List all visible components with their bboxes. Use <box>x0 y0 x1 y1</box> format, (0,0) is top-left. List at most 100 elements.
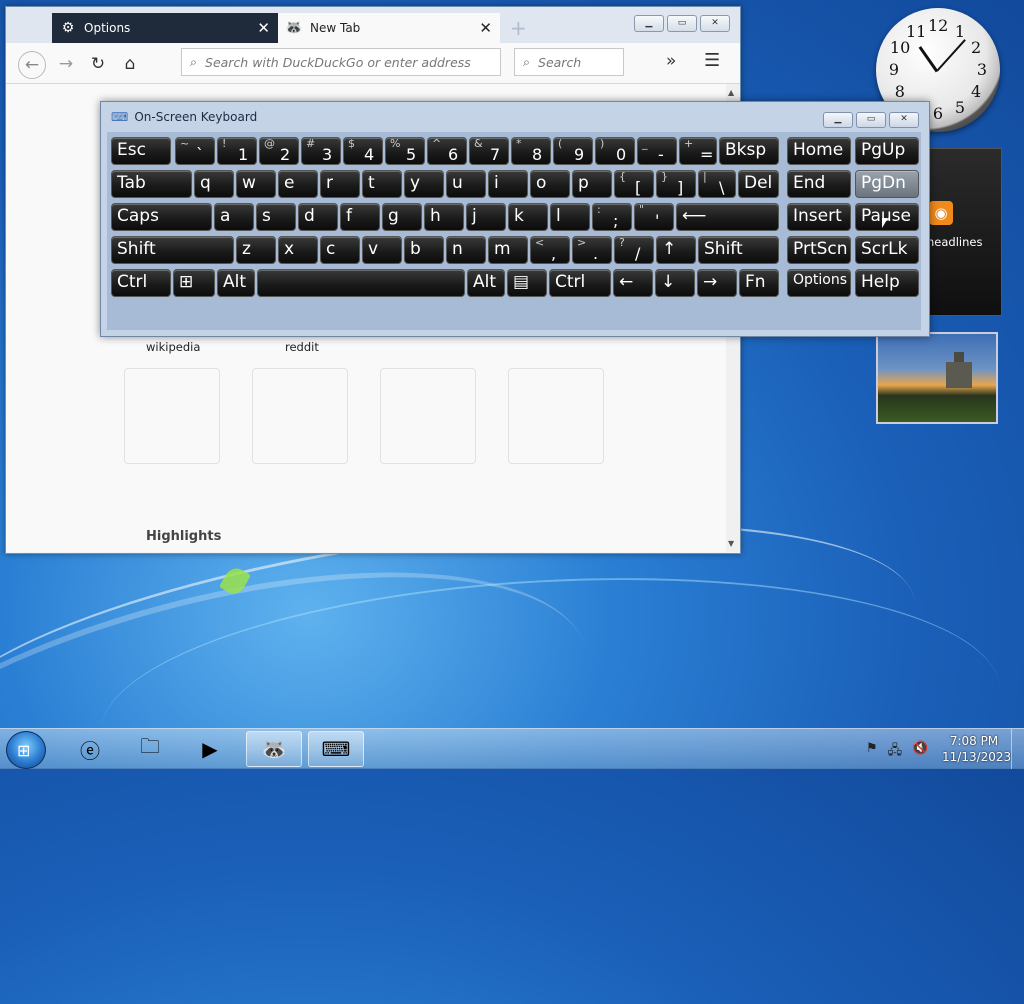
key-1[interactable]: ! 1 <box>217 137 257 165</box>
key-w[interactable]: w <box>236 170 276 198</box>
key-6[interactable]: ^ 6 <box>427 137 467 165</box>
key-3[interactable]: #3 <box>301 137 341 165</box>
key-symbol[interactable]: :; <box>592 203 632 231</box>
volume-muted-icon[interactable]: 🔇 <box>912 741 928 763</box>
key-symbol[interactable]: ~ ` <box>175 137 215 165</box>
key-end[interactable]: End <box>787 170 851 198</box>
top-site-tile[interactable] <box>124 368 220 464</box>
new-tab-button[interactable]: + <box>510 16 527 40</box>
key-options[interactable]: Options <box>787 269 851 297</box>
scroll-down-icon[interactable]: ▼ <box>728 539 734 548</box>
top-site-tile[interactable] <box>252 368 348 464</box>
key-Esc[interactable]: Esc <box>111 137 171 165</box>
key-Shift[interactable]: Shift <box>698 236 779 264</box>
key-symbol[interactable]: ⟵ <box>676 203 779 231</box>
key-symbol[interactable]: ← <box>613 269 653 297</box>
key-n[interactable]: n <box>446 236 486 264</box>
media-player-icon[interactable]: ▶ <box>182 731 238 767</box>
key-c[interactable]: c <box>320 236 360 264</box>
key-pgdn[interactable]: PgDn <box>855 170 919 198</box>
close-button[interactable]: ✕ <box>889 112 919 128</box>
top-site-label[interactable]: wikipedia <box>146 340 200 354</box>
overflow-menu-icon[interactable]: » <box>666 51 676 71</box>
key-p[interactable]: p <box>572 170 612 198</box>
osk-taskbar-item[interactable]: ⌨ <box>308 731 364 767</box>
close-tab-icon[interactable]: ✕ <box>479 19 492 37</box>
key-prtscn[interactable]: PrtScn <box>787 236 851 264</box>
key-e[interactable]: e <box>278 170 318 198</box>
key-symbol[interactable]: }] <box>656 170 696 198</box>
key-symbol[interactable]: ↓ <box>655 269 695 297</box>
key-home[interactable]: Home <box>787 137 851 165</box>
top-site-tile[interactable] <box>380 368 476 464</box>
key-symbol[interactable]: >. <box>572 236 612 264</box>
key-symbol[interactable]: + = <box>679 137 717 165</box>
key-l[interactable]: l <box>550 203 590 231</box>
key-symbol[interactable]: | \ <box>698 170 736 198</box>
key-v[interactable]: v <box>362 236 402 264</box>
key-t[interactable]: t <box>362 170 402 198</box>
maximize-button[interactable]: ▭ <box>856 112 886 128</box>
key-Caps[interactable]: Caps <box>111 203 212 231</box>
internet-explorer-icon[interactable]: ⓔ <box>62 731 118 767</box>
key-m[interactable]: m <box>488 236 528 264</box>
key-8[interactable]: * 8 <box>511 137 551 165</box>
tab-options[interactable]: ⚙ Options ✕ <box>52 13 278 43</box>
key-Bksp[interactable]: Bksp <box>719 137 779 165</box>
key-0[interactable]: ) 0 <box>595 137 635 165</box>
key-i[interactable]: i <box>488 170 528 198</box>
key-symbol[interactable]: → <box>697 269 737 297</box>
minimize-button[interactable]: ▁ <box>823 112 853 128</box>
key-Shift[interactable]: Shift <box>111 236 234 264</box>
key-h[interactable]: h <box>424 203 464 231</box>
key-scrlk[interactable]: ScrLk <box>855 236 919 264</box>
slideshow-gadget[interactable] <box>876 332 998 424</box>
key-symbol[interactable]: _ - <box>637 137 677 165</box>
forward-button[interactable]: → <box>53 51 79 77</box>
key-y[interactable]: y <box>404 170 444 198</box>
osk-titlebar[interactable]: ⌨ On-Screen Keyboard <box>101 102 929 132</box>
key-a[interactable]: a <box>214 203 254 231</box>
key-r[interactable]: r <box>320 170 360 198</box>
key-9[interactable]: (9 <box>553 137 593 165</box>
key-Tab[interactable]: Tab <box>111 170 192 198</box>
home-button[interactable]: ⌂ <box>117 51 143 77</box>
key-o[interactable]: o <box>530 170 570 198</box>
back-button[interactable]: ← <box>18 51 46 79</box>
key-Alt[interactable]: Alt <box>467 269 505 297</box>
key-symbol[interactable]: ↑ <box>656 236 696 264</box>
hamburger-menu-icon[interactable]: ☰ <box>704 50 720 71</box>
key-x[interactable]: x <box>278 236 318 264</box>
start-button[interactable]: ⊞ <box>6 731 46 769</box>
action-center-icon[interactable]: ⚑ <box>866 741 878 763</box>
key-pgup[interactable]: PgUp <box>855 137 919 165</box>
key-symbol[interactable]: ? / <box>614 236 654 264</box>
tab-new-tab[interactable]: 🦝 New Tab ✕ <box>278 13 500 43</box>
feed-headlines-gadget[interactable]: ◉ headlines <box>924 148 1002 316</box>
key-b[interactable]: b <box>404 236 444 264</box>
key-Fn[interactable]: Fn <box>739 269 779 297</box>
key-u[interactable]: u <box>446 170 486 198</box>
minimize-button[interactable]: ▁ <box>634 15 664 32</box>
key-d[interactable]: d <box>298 203 338 231</box>
key-symbol[interactable]: <, <box>530 236 570 264</box>
key-Ctrl[interactable]: Ctrl <box>549 269 611 297</box>
key-Del[interactable]: Del <box>738 170 779 198</box>
network-icon[interactable]: 🖧 <box>888 741 903 763</box>
file-explorer-icon[interactable]: 🗀 <box>122 731 178 767</box>
key-help[interactable]: Help <box>855 269 919 297</box>
key-f[interactable]: f <box>340 203 380 231</box>
show-desktop-button[interactable] <box>1011 729 1024 769</box>
key-insert[interactable]: Insert <box>787 203 851 231</box>
key-symbol[interactable]: {[ <box>614 170 654 198</box>
key-5[interactable]: % 5 <box>385 137 425 165</box>
top-site-tile[interactable] <box>508 368 604 464</box>
search-input[interactable]: ⌕ Search <box>514 48 624 76</box>
taskbar-clock[interactable]: 7:08 PM 11/13/2023 <box>942 733 1011 765</box>
key-space[interactable] <box>257 269 465 297</box>
key-symbol[interactable]: ▤ <box>507 269 547 297</box>
url-bar[interactable]: ⌕ Search with DuckDuckGo or enter addres… <box>181 48 501 76</box>
firefox-taskbar-item[interactable]: 🦝 <box>246 731 302 767</box>
key-g[interactable]: g <box>382 203 422 231</box>
key-Alt[interactable]: Alt <box>217 269 255 297</box>
